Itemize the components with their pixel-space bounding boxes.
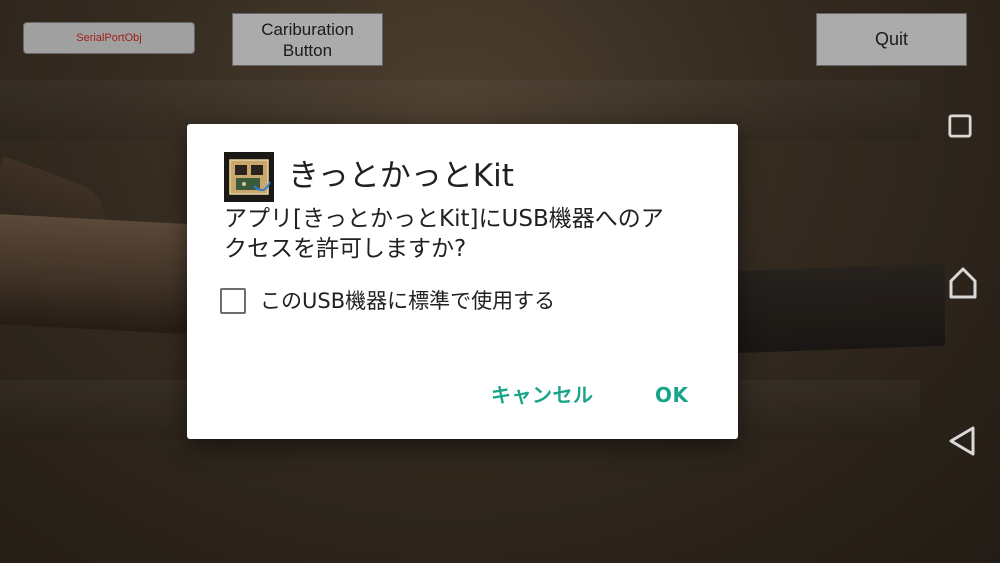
dialog-title: きっとかっとKit [288,158,514,194]
usb-permission-dialog: きっとかっとKit アプリ[きっとかっとKit]にUSB機器へのア クセスを許可… [187,124,738,439]
ok-button[interactable]: OK [655,380,689,410]
cancel-button[interactable]: キャンセル [491,380,594,410]
dialog-message-line1: アプリ[きっとかっとKit]にUSB機器へのア [224,206,664,232]
checkbox-label[interactable]: このUSB機器に標準で使用する [260,287,555,315]
default-use-checkbox[interactable] [220,288,246,314]
app-icon [224,152,274,202]
dialog-message: アプリ[きっとかっとKit]にUSB機器へのア クセスを許可しますか? [224,204,704,264]
dialog-message-line2: クセスを許可しますか? [224,236,467,262]
